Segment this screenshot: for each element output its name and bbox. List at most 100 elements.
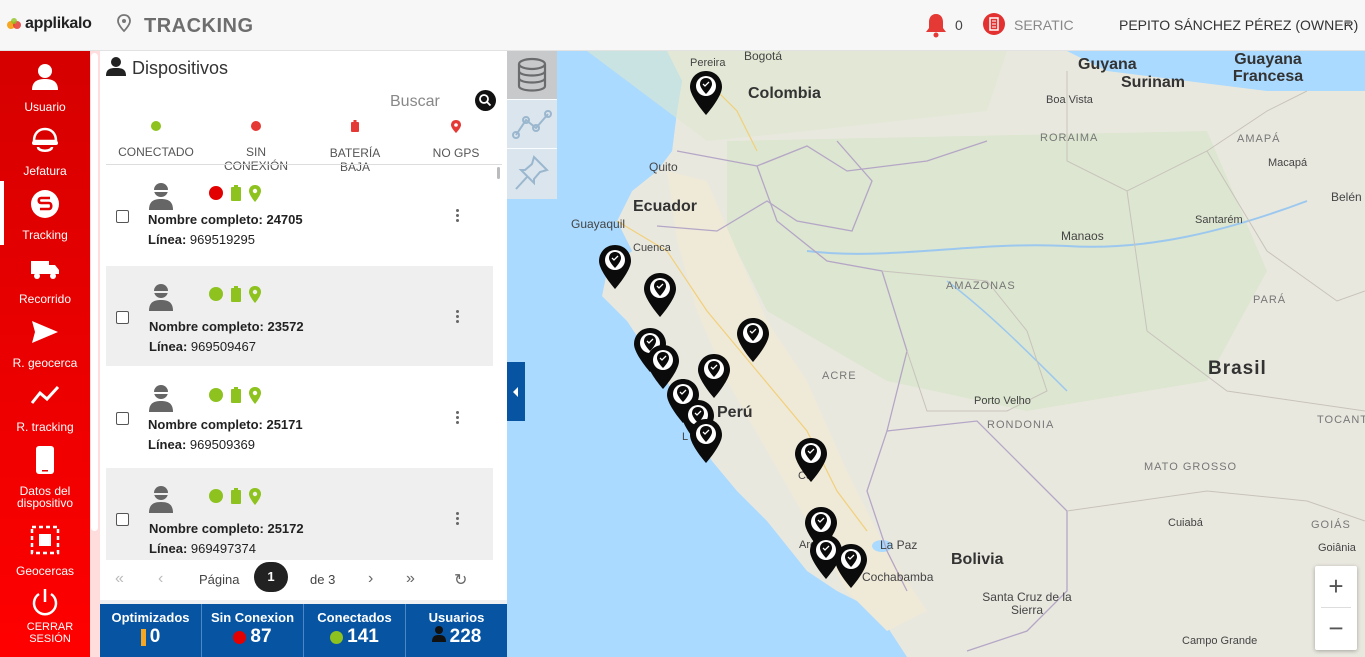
- device-line: 969509369: [189, 437, 255, 452]
- sidebar-item-cerrar-sesion[interactable]: CERRAR SESIÓN: [0, 581, 90, 657]
- device-avatar-icon: [148, 283, 174, 316]
- battery-icon: [351, 120, 359, 132]
- prev-page-icon[interactable]: ‹: [158, 570, 163, 588]
- device-row[interactable]: Nombre completo: 25172 Línea: 969497374: [106, 468, 493, 560]
- device-row[interactable]: Nombre completo: 24705 Línea: 969519295: [106, 165, 493, 265]
- pin-button[interactable]: [507, 149, 557, 198]
- gps-pin-icon: [249, 185, 261, 202]
- stat-optimizados[interactable]: Optimizados 0: [100, 604, 202, 657]
- device-row[interactable]: Nombre completo: 25171 Línea: 969509369: [106, 367, 493, 467]
- device-line: 969497374: [190, 541, 256, 556]
- offline-dot-icon: [251, 121, 261, 131]
- app-logo[interactable]: applikalo: [6, 15, 92, 33]
- route-button[interactable]: [507, 100, 557, 149]
- device-marker-icon: [736, 317, 770, 363]
- database-icon: [517, 57, 547, 92]
- map-view[interactable]: Colombia Ecuador Perú Bolivia Brasil Guy…: [507, 51, 1365, 657]
- refresh-icon[interactable]: ↻: [454, 570, 467, 590]
- page-label: Página: [199, 572, 240, 587]
- search-button[interactable]: [475, 90, 496, 111]
- gps-pin-icon: [249, 387, 261, 404]
- sidebar-item-recorrido[interactable]: Recorrido: [0, 245, 90, 309]
- more-options-icon[interactable]: [456, 411, 460, 426]
- geofence-icon: [30, 525, 60, 555]
- stats-bar: Optimizados 0 Sin Conexion 87 Conectados…: [100, 604, 507, 657]
- line-chart-icon: [30, 381, 60, 411]
- device-checkbox[interactable]: [116, 210, 129, 223]
- users-icon: [431, 626, 446, 648]
- panel-title: Dispositivos: [132, 58, 229, 78]
- battery-icon: [231, 185, 241, 201]
- chevron-down-icon[interactable]: [1344, 21, 1352, 26]
- gps-pin-icon: [451, 120, 461, 133]
- user-menu[interactable]: PEPITO SÁNCHEZ PÉREZ (OWNER): [1119, 17, 1358, 33]
- map-markers: [598, 70, 868, 589]
- sidebar-item-tracking[interactable]: Tracking: [0, 181, 90, 245]
- device-checkbox[interactable]: [116, 412, 129, 425]
- offline-dot-icon: [209, 186, 223, 200]
- battery-icon: [231, 387, 241, 403]
- search-icon: [479, 94, 492, 107]
- stat-usuarios[interactable]: Usuarios 228: [406, 604, 507, 657]
- sidebar-item-geocercas[interactable]: Geocercas: [0, 517, 90, 581]
- company-name[interactable]: SERATIC: [1014, 17, 1074, 33]
- list-scrollbar[interactable]: [497, 167, 500, 179]
- legend-no-gps[interactable]: NO GPS: [420, 120, 492, 160]
- stat-sin-conexion[interactable]: Sin Conexion 87: [202, 604, 304, 657]
- battery-icon: [231, 286, 241, 302]
- collapse-panel-button[interactable]: [507, 362, 525, 421]
- device-marker-icon: [794, 437, 828, 483]
- device-marker-icon: [689, 418, 723, 464]
- current-page[interactable]: 1: [254, 562, 288, 592]
- sidebar-item-r-tracking[interactable]: R. tracking: [0, 373, 90, 437]
- device-row[interactable]: Nombre completo: 23572 Línea: 969509467: [106, 266, 493, 366]
- send-icon: [30, 317, 60, 347]
- sidebar: Usuario Jefatura Tracking Recorrido R. g…: [0, 51, 100, 657]
- notifications-bell-icon[interactable]: [924, 12, 948, 43]
- devices-panel: Dispositivos Buscar CONECTADO SIN CONEXI…: [100, 51, 507, 600]
- device-checkbox[interactable]: [116, 311, 129, 324]
- device-list: Nombre completo: 24705 Línea: 969519295 …: [106, 165, 493, 560]
- truck-icon: [30, 253, 60, 283]
- device-checkbox[interactable]: [116, 513, 129, 526]
- sidebar-item-r-geocerca[interactable]: R. geocerca: [0, 309, 90, 373]
- device-name: 24705: [266, 212, 303, 227]
- device-marker-icon: [689, 70, 723, 116]
- route-icon: [512, 110, 552, 139]
- search-input[interactable]: Buscar: [390, 93, 440, 111]
- zoom-out-button[interactable]: −: [1315, 608, 1357, 650]
- sidebar-item-jefatura[interactable]: Jefatura: [0, 117, 90, 181]
- battery-icon: [231, 488, 241, 504]
- sidebar-item-usuario[interactable]: Usuario: [0, 53, 90, 117]
- device-line: 969519295: [189, 232, 255, 247]
- page-total: de 3: [310, 572, 336, 587]
- sidebar-item-datos-dispositivo[interactable]: Datos del dispositivo: [0, 437, 90, 509]
- stat-conectados[interactable]: Conectados 141: [304, 604, 406, 657]
- map-toolbar: [507, 51, 557, 199]
- last-page-icon[interactable]: »: [406, 570, 415, 588]
- device-name: 23572: [267, 319, 304, 334]
- gps-pin-icon: [249, 286, 261, 303]
- more-options-icon[interactable]: [456, 310, 460, 325]
- phone-icon: [30, 445, 60, 475]
- device-name: 25172: [267, 521, 304, 536]
- sidebar-scroll-thumb[interactable]: [91, 53, 98, 531]
- pagination: « ‹ Página 1 de 3 › » ↻: [100, 560, 507, 600]
- user-icon: [30, 61, 60, 91]
- more-options-icon[interactable]: [456, 209, 460, 224]
- connected-dot-icon: [209, 287, 223, 301]
- offline-dot-icon: [233, 630, 247, 644]
- person-icon: [106, 56, 126, 81]
- zoom-in-button[interactable]: +: [1315, 566, 1357, 608]
- next-page-icon[interactable]: ›: [368, 570, 373, 588]
- database-layer-button[interactable]: [507, 51, 557, 100]
- first-page-icon[interactable]: «: [115, 570, 124, 588]
- optimized-bar-icon: [140, 628, 146, 646]
- device-status-icons: [208, 387, 262, 404]
- connected-dot-icon: [151, 121, 161, 131]
- logo-icon: [6, 16, 22, 32]
- top-bar: applikalo TRACKING 0 SERATIC PEPITO SÁNC…: [0, 0, 1365, 51]
- legend-connected[interactable]: CONECTADO: [118, 121, 194, 159]
- device-status-icons: [208, 488, 262, 505]
- more-options-icon[interactable]: [456, 512, 460, 527]
